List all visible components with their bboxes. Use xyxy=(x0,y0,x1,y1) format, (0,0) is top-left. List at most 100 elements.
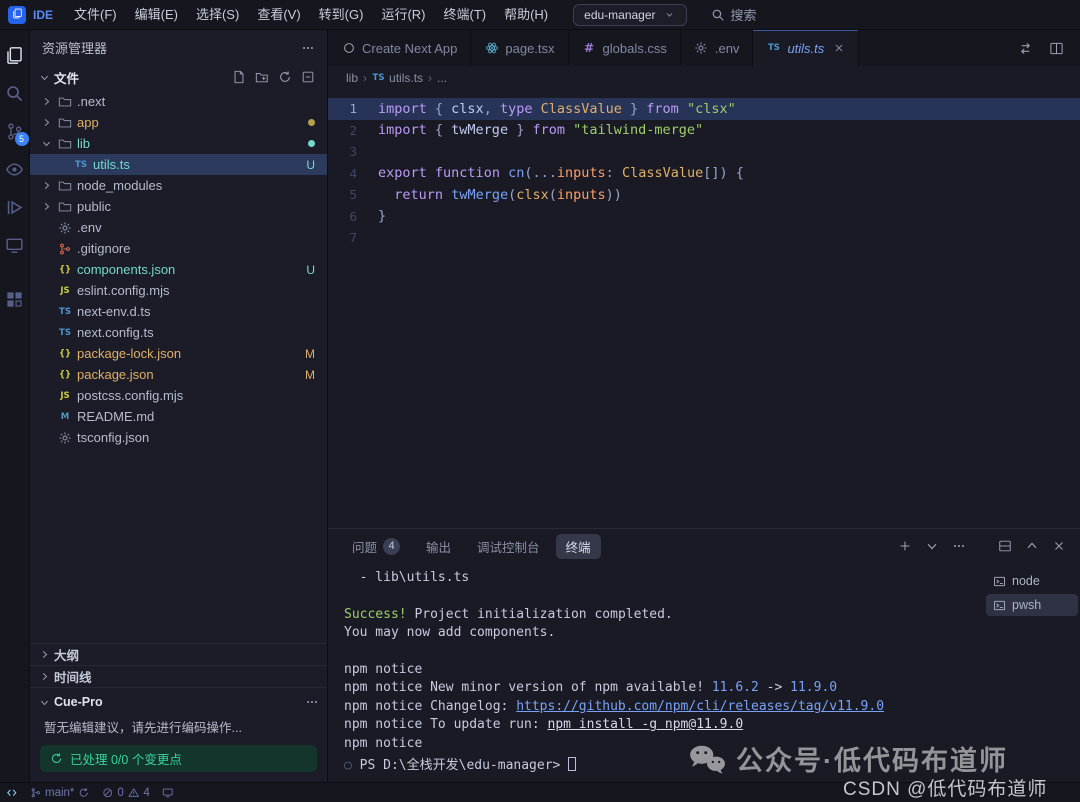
activity-preview[interactable] xyxy=(0,152,30,187)
extensions-icon xyxy=(5,290,24,309)
sidebar-section-item[interactable]: 时间线 xyxy=(30,665,327,687)
tree-item-next-env-d-ts[interactable]: TSnext-env.d.ts xyxy=(30,301,327,322)
folder-icon xyxy=(57,137,73,151)
breadcrumb-item[interactable]: lib xyxy=(346,71,358,85)
tree-item-eslint-config-mjs[interactable]: JSeslint.config.mjs xyxy=(30,280,327,301)
tree-item-readme-md[interactable]: MREADME.md xyxy=(30,406,327,427)
maximize-panel-icon[interactable] xyxy=(1025,539,1039,553)
terminal-line: npm notice New minor version of npm avai… xyxy=(344,680,984,698)
activity-remote-explorer[interactable] xyxy=(0,228,30,263)
menu-terminal[interactable]: 终端(T) xyxy=(434,4,495,26)
cue-pro-status[interactable]: 已处理 0/0 个变更点 xyxy=(40,745,317,772)
menu-go[interactable]: 转到(G) xyxy=(310,4,373,26)
tree-item-env[interactable]: .env xyxy=(30,217,327,238)
cue-pro-header[interactable]: Cue-Pro xyxy=(30,688,327,716)
collapse-all-icon[interactable] xyxy=(301,70,315,84)
refresh-icon xyxy=(50,752,63,765)
panel-tab-terminal[interactable]: 终端 xyxy=(556,534,601,559)
files-section-header[interactable]: 文件 xyxy=(30,65,327,89)
new-folder-icon[interactable] xyxy=(255,70,269,84)
menu-edit[interactable]: 编辑(E) xyxy=(126,4,187,26)
tree-item-next-config-ts[interactable]: TSnext.config.ts xyxy=(30,322,327,343)
code-editor[interactable]: 1import { clsx, type ClassValue } from "… xyxy=(328,90,1080,528)
activity-source-control[interactable]: 5 xyxy=(0,114,30,149)
more-icon[interactable] xyxy=(305,695,319,709)
project-selector[interactable]: edu-manager xyxy=(573,4,686,26)
close-panel-icon[interactable] xyxy=(1052,539,1066,553)
more-icon[interactable] xyxy=(952,539,966,553)
panel-tab-debug-console[interactable]: 调试控制台 xyxy=(467,534,550,559)
breadcrumb-item[interactable]: ... xyxy=(437,71,447,85)
terminal-instance-node[interactable]: node xyxy=(986,570,1078,592)
tree-item-utils-ts[interactable]: TSutils.tsU xyxy=(30,154,327,175)
remote-indicator[interactable] xyxy=(6,787,18,799)
code-line-2[interactable]: 2import { twMerge } from "tailwind-merge… xyxy=(328,120,1080,142)
main-area: 5 资源管理器 文件 .nextapplibTSutils.tsUnode_mo… xyxy=(0,30,1080,782)
tree-item-node-modules[interactable]: node_modules xyxy=(30,175,327,196)
panel-tab-problems[interactable]: 问题4 xyxy=(342,534,410,559)
activity-run-debug[interactable] xyxy=(0,190,30,225)
menu-run[interactable]: 运行(R) xyxy=(372,4,434,26)
sidebar-section-item[interactable]: 大纲 xyxy=(30,643,327,665)
watermark-csdn: CSDN @低代码布道师 xyxy=(843,774,1047,801)
json-icon: {} xyxy=(57,370,73,380)
close-icon[interactable] xyxy=(833,42,845,54)
compare-changes-icon[interactable] xyxy=(1018,41,1033,56)
menu-file[interactable]: 文件(F) xyxy=(65,4,126,26)
problems-indicator[interactable]: 0 4 xyxy=(102,787,150,799)
code-line-6[interactable]: 6} xyxy=(328,206,1080,228)
terminal-line: npm notice To update run: npm install -g… xyxy=(344,717,984,735)
menu-view[interactable]: 查看(V) xyxy=(248,4,309,26)
tree-item-lib[interactable]: lib xyxy=(30,133,327,154)
terminal-dropdown-icon[interactable] xyxy=(925,539,939,553)
tab-utils-ts[interactable]: TSutils.ts xyxy=(753,30,859,66)
branch-indicator[interactable]: main* xyxy=(30,787,90,799)
global-search[interactable]: 搜索 xyxy=(711,5,757,24)
tree-item-tsconfig-json[interactable]: tsconfig.json xyxy=(30,427,327,448)
modified-dot xyxy=(308,119,315,126)
menu-selection[interactable]: 选择(S) xyxy=(187,4,248,26)
new-terminal-icon[interactable] xyxy=(898,539,912,553)
tree-item-gitignore[interactable]: .gitignore xyxy=(30,238,327,259)
activity-search[interactable] xyxy=(0,76,30,111)
breadcrumb-item[interactable]: TSutils.ts xyxy=(372,71,423,85)
javascript-icon: JS xyxy=(57,286,73,296)
panel-tab-output[interactable]: 输出 xyxy=(416,534,461,559)
git-status-badge: U xyxy=(306,158,315,172)
tab-create-next-app[interactable]: Create Next App xyxy=(328,30,471,66)
code-line-4[interactable]: 4export function cn(...inputs: ClassValu… xyxy=(328,163,1080,185)
split-terminal-icon[interactable] xyxy=(998,539,1012,553)
tree-item-public[interactable]: public xyxy=(30,196,327,217)
activity-extensions[interactable] xyxy=(0,282,30,317)
tree-item-next[interactable]: .next xyxy=(30,91,327,112)
tree-item-package-lock-json[interactable]: {}package-lock.jsonM xyxy=(30,343,327,364)
sidebar-bottom: 大纲时间线 Cue-Pro 暂无编辑建议，请先进行编码操作... 已处理 0/0… xyxy=(30,643,327,782)
chevron-down-icon xyxy=(38,697,51,708)
new-file-icon[interactable] xyxy=(232,70,246,84)
tab-globals-css[interactable]: #globals.css xyxy=(569,30,681,66)
chevron-right-icon xyxy=(40,117,53,128)
code-line-1[interactable]: 1import { clsx, type ClassValue } from "… xyxy=(328,98,1080,120)
explorer-icon xyxy=(5,46,24,65)
tree-item-app[interactable]: app xyxy=(30,112,327,133)
tab-env[interactable]: .env xyxy=(681,30,754,66)
refresh-icon[interactable] xyxy=(278,70,292,84)
more-icon[interactable] xyxy=(301,41,315,55)
app-logo[interactable] xyxy=(8,6,26,24)
typescript-icon: TS xyxy=(372,73,385,83)
code-line-3[interactable]: 3 xyxy=(328,141,1080,163)
split-editor-icon[interactable] xyxy=(1049,41,1064,56)
terminal-icon xyxy=(993,575,1006,588)
terminal-instance-pwsh[interactable]: pwsh xyxy=(986,594,1078,616)
menu-help[interactable]: 帮助(H) xyxy=(495,4,557,26)
json-icon: {} xyxy=(57,265,73,275)
tree-item-postcss-config-mjs[interactable]: JSpostcss.config.mjs xyxy=(30,385,327,406)
tab-page-tsx[interactable]: page.tsx xyxy=(471,30,568,66)
code-line-7[interactable]: 7 xyxy=(328,227,1080,249)
code-line-5[interactable]: 5 return twMerge(clsx(inputs)) xyxy=(328,184,1080,206)
screencast-indicator[interactable] xyxy=(162,787,174,799)
tree-item-package-json[interactable]: {}package.jsonM xyxy=(30,364,327,385)
tree-item-components-json[interactable]: {}components.jsonU xyxy=(30,259,327,280)
watermark-wechat: 公众号·低代码布道师 xyxy=(688,739,1008,778)
activity-explorer[interactable] xyxy=(0,38,30,73)
